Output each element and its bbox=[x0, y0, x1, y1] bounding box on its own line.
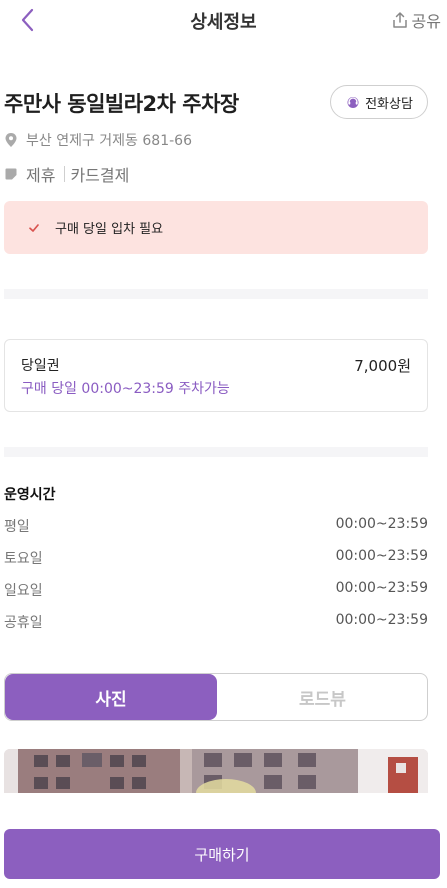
tag-row: 제휴 카드결제 bbox=[4, 162, 129, 186]
hours-time: 00:00~23:59 bbox=[335, 580, 428, 596]
share-label: 공유 bbox=[411, 12, 441, 31]
check-icon bbox=[29, 223, 39, 232]
hours-day: 토요일 bbox=[4, 551, 43, 567]
location-pin-icon bbox=[5, 133, 17, 147]
hours-time: 00:00~23:59 bbox=[335, 548, 428, 564]
building-photo-image bbox=[4, 749, 428, 793]
app-header: 상세정보 공유 bbox=[0, 0, 447, 40]
ticket-card[interactable]: 당일권 7,000원 구매 당일 00:00~23:59 주차가능 bbox=[4, 339, 428, 412]
parking-lot-photo[interactable] bbox=[4, 749, 428, 793]
address-row: 부산 연제구 거제동 681-66 bbox=[4, 130, 192, 150]
media-tab-switch: 사진 로드뷰 bbox=[4, 673, 428, 721]
operating-hours-title: 운영시간 bbox=[4, 487, 56, 503]
hours-row-sunday: 일요일 00:00~23:59 bbox=[4, 580, 428, 600]
purchase-button[interactable]: 구매하기 bbox=[4, 829, 440, 879]
address-text: 부산 연제구 거제동 681-66 bbox=[26, 133, 192, 149]
ticket-description: 구매 당일 00:00~23:59 주차가능 bbox=[21, 381, 230, 397]
hours-row-weekday: 평일 00:00~23:59 bbox=[4, 516, 428, 536]
section-divider bbox=[4, 289, 428, 299]
entry-notice-banner: 구매 당일 입차 필요 bbox=[4, 201, 428, 254]
share-button[interactable]: 공유 bbox=[391, 8, 441, 32]
hours-time: 00:00~23:59 bbox=[335, 516, 428, 532]
tag-icon bbox=[5, 168, 17, 180]
hours-day: 평일 bbox=[4, 519, 30, 535]
hours-day: 일요일 bbox=[4, 583, 43, 599]
ticket-name: 당일권 bbox=[21, 358, 60, 374]
share-icon bbox=[392, 12, 407, 28]
ticket-price: 7,000원 bbox=[354, 357, 411, 375]
parking-lot-name: 주만사 동일빌라2차 주차장 bbox=[4, 92, 239, 116]
headset-icon bbox=[347, 97, 359, 108]
tag-divider bbox=[64, 166, 66, 182]
tab-photo[interactable]: 사진 bbox=[5, 674, 217, 720]
phone-consult-label: 전화상담 bbox=[365, 96, 413, 112]
section-divider bbox=[4, 447, 428, 457]
hours-row-saturday: 토요일 00:00~23:59 bbox=[4, 548, 428, 568]
hours-time: 00:00~23:59 bbox=[335, 612, 428, 628]
hours-day: 공휴일 bbox=[4, 615, 43, 631]
hours-row-holiday: 공휴일 00:00~23:59 bbox=[4, 612, 428, 632]
phone-consult-button[interactable]: 전화상담 bbox=[330, 85, 428, 119]
page-title: 상세정보 bbox=[190, 12, 257, 33]
tab-road-view[interactable]: 로드뷰 bbox=[217, 674, 428, 720]
notice-text: 구매 당일 입차 필요 bbox=[55, 222, 164, 237]
tag-partner: 제휴 bbox=[26, 166, 56, 185]
tag-card-payment: 카드결제 bbox=[70, 166, 130, 185]
